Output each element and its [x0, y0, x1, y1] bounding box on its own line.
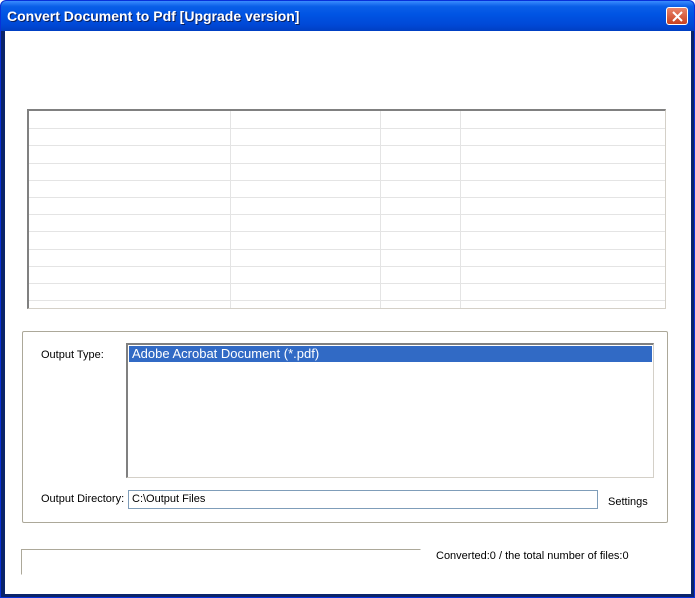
grid-column-line	[460, 111, 461, 308]
grid-column-line	[380, 111, 381, 308]
settings-link[interactable]: Settings	[608, 496, 648, 508]
grid-row-line	[29, 249, 665, 250]
output-directory-label: Output Directory:	[41, 493, 125, 505]
grid-row-line	[29, 266, 665, 267]
output-type-listbox[interactable]: Adobe Acrobat Document (*.pdf)	[126, 343, 654, 478]
grid-row-line	[29, 214, 665, 215]
grid-row-line	[29, 128, 665, 129]
output-type-label: Output Type:	[41, 349, 104, 361]
conversion-status: Converted:0 / the total number of files:…	[436, 550, 629, 562]
client-area: Output Type: Adobe Acrobat Document (*.p…	[5, 31, 691, 594]
window-title: Convert Document to Pdf [Upgrade version…	[7, 8, 300, 24]
conversion-progress-bar	[21, 549, 421, 575]
grid-row-line	[29, 145, 665, 146]
grid-row-line	[29, 300, 665, 301]
file-list-grid[interactable]	[27, 109, 666, 309]
grid-row-line	[29, 231, 665, 232]
grid-row-line	[29, 180, 665, 181]
file-list-cells	[29, 111, 665, 308]
output-directory-field[interactable]: C:\Output Files	[128, 490, 598, 509]
grid-row-line	[29, 163, 665, 164]
grid-row-line	[29, 283, 665, 284]
output-type-option-pdf[interactable]: Adobe Acrobat Document (*.pdf)	[129, 346, 652, 362]
main-window: Convert Document to Pdf [Upgrade version…	[0, 0, 695, 598]
grid-row-line	[29, 197, 665, 198]
grid-column-line	[230, 111, 231, 308]
close-icon	[672, 11, 683, 22]
title-bar[interactable]: Convert Document to Pdf [Upgrade version…	[1, 1, 694, 31]
close-button[interactable]	[666, 7, 688, 25]
